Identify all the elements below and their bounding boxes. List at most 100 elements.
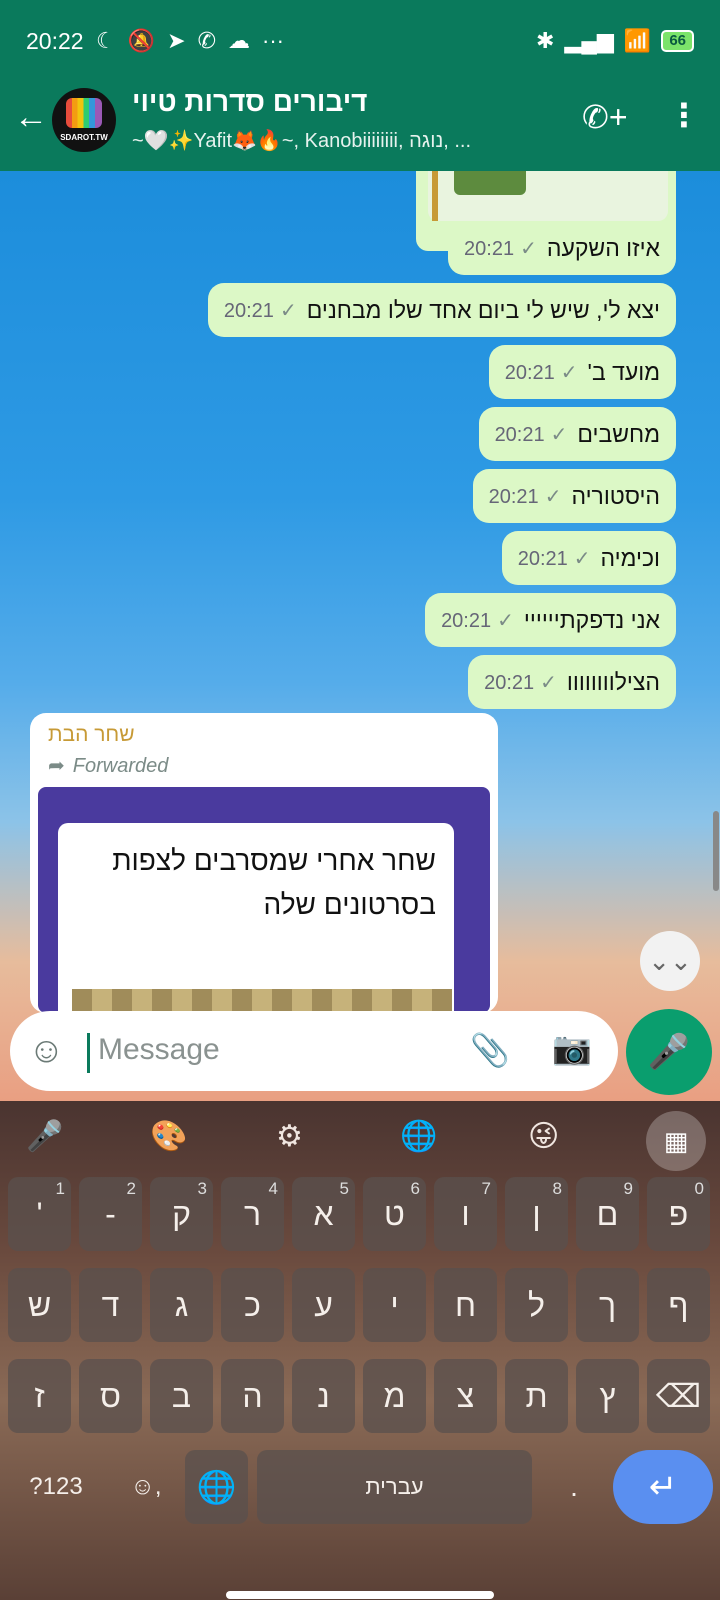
sticker-icon[interactable]: 😜: [528, 1119, 559, 1154]
settings-gear-icon[interactable]: ⚙: [276, 1119, 303, 1154]
sent-check-icon: ✓: [279, 299, 297, 322]
backspace-key[interactable]: ⌫: [647, 1359, 710, 1433]
add-call-icon[interactable]: ✆+: [582, 98, 628, 136]
symbols-key[interactable]: ?123: [8, 1450, 104, 1524]
key[interactable]: ץ: [576, 1359, 639, 1433]
key[interactable]: ר4: [221, 1177, 284, 1251]
message-time: 20:21: [504, 361, 555, 384]
language-globe-icon[interactable]: 🌐: [185, 1450, 248, 1524]
message-input[interactable]: Message: [98, 1033, 220, 1067]
camera-icon[interactable]: 📷: [552, 1029, 592, 1067]
key[interactable]: ח: [434, 1268, 497, 1342]
message-time: 20:21: [223, 299, 274, 322]
key[interactable]: א5: [292, 1177, 355, 1251]
period-key[interactable]: .: [546, 1450, 602, 1524]
tv-logo-icon: [66, 98, 102, 128]
sender-name[interactable]: שחר הבת: [48, 723, 135, 747]
key[interactable]: פ0: [647, 1177, 710, 1251]
message-time: 20:21: [441, 609, 492, 632]
key[interactable]: ד: [79, 1268, 142, 1342]
message-time: 20:21: [484, 671, 535, 694]
enter-key[interactable]: ↵: [613, 1450, 713, 1524]
image-thumbnail[interactable]: [454, 171, 526, 195]
theme-palette-icon[interactable]: 🎨: [150, 1119, 187, 1154]
image-pattern: [72, 989, 452, 1013]
key[interactable]: י: [363, 1268, 426, 1342]
message-bubble[interactable]: אני נדפקתיייייי 20:21 ✓: [425, 593, 676, 647]
key[interactable]: ג: [150, 1268, 213, 1342]
more-notifications-icon: ···: [262, 28, 284, 53]
key[interactable]: ך: [576, 1268, 639, 1342]
apps-grid-icon[interactable]: ▦: [646, 1111, 706, 1171]
key[interactable]: ש: [8, 1268, 71, 1342]
group-avatar[interactable]: SDAROT.TW: [52, 88, 116, 152]
message-bubble[interactable]: וכימיה 20:21 ✓: [501, 531, 676, 585]
image-caption-text: שחר אחרי שמסרבים לצפות בסרטונים שלה: [112, 845, 436, 920]
scroll-to-bottom-button[interactable]: ⌄⌄: [640, 931, 700, 991]
voice-record-button[interactable]: 🎤: [626, 1009, 712, 1095]
key[interactable]: מ: [363, 1359, 426, 1433]
translate-icon[interactable]: 🌐: [400, 1119, 437, 1154]
scrollbar[interactable]: [713, 811, 719, 891]
key[interactable]: ע: [292, 1268, 355, 1342]
sent-check-icon: ✓: [497, 609, 514, 632]
message-bubble[interactable]: יצא לי, שיש לי ביום אחד שלו מבחנים 20:21…: [207, 283, 676, 337]
key[interactable]: נ: [292, 1359, 355, 1433]
key[interactable]: ק3: [150, 1177, 213, 1251]
key[interactable]: צ: [434, 1359, 497, 1433]
attach-icon[interactable]: 📎: [470, 1031, 510, 1069]
key[interactable]: ה: [221, 1359, 284, 1433]
back-arrow-icon[interactable]: ←: [14, 98, 48, 137]
emoji-key[interactable]: ☺,: [118, 1450, 174, 1524]
key[interactable]: ז: [8, 1359, 71, 1433]
chat-header[interactable]: ← SDAROT.TW דיבורים סדרות טיוי ~🤍✨Yafit🦊…: [0, 86, 720, 171]
key[interactable]: ב: [150, 1359, 213, 1433]
message-bubble[interactable]: הצילוווווווו 20:21 ✓: [468, 655, 676, 709]
message-text: מועד ב': [587, 358, 660, 385]
message-text: הצילוווווווו: [566, 668, 660, 695]
key[interactable]: כ: [221, 1268, 284, 1342]
message-bubble[interactable]: מחשבים 20:21 ✓: [478, 407, 676, 461]
sent-check-icon: ✓: [560, 361, 578, 384]
key[interactable]: -2: [79, 1177, 142, 1251]
key[interactable]: ס: [79, 1359, 142, 1433]
key[interactable]: ת: [505, 1359, 568, 1433]
message-time: 20:21: [494, 423, 545, 446]
key[interactable]: ט6: [363, 1177, 426, 1251]
space-key[interactable]: עברית: [257, 1450, 532, 1524]
keyboard-toolbar: 🎤 🎨 ⚙ 🌐 😜 ▦: [0, 1101, 720, 1177]
sent-check-icon: ✓: [544, 485, 562, 508]
message-bubble[interactable]: איזו השקעה 20:21 ✓: [448, 221, 676, 275]
message-text: איזו השקעה: [546, 234, 660, 261]
key[interactable]: ם9: [576, 1177, 639, 1251]
home-indicator[interactable]: [226, 1591, 494, 1599]
incoming-message[interactable]: שחר הבת ➦ Forwarded שחר אחרי שמסרבים לצפו…: [30, 713, 498, 1013]
key[interactable]: ' 1: [8, 1177, 71, 1251]
voice-input-icon[interactable]: 🎤: [26, 1119, 63, 1154]
more-options-icon[interactable]: ⋮: [668, 96, 700, 134]
cloud-icon: ☁: [228, 28, 251, 53]
key[interactable]: ל: [505, 1268, 568, 1342]
message-bubble[interactable]: היסטוריה 20:21 ✓: [472, 469, 676, 523]
status-system-icons: ✱ ▂▄▆ 📶 66: [536, 28, 694, 54]
chat-title[interactable]: דיבורים סדרות טיוי: [132, 86, 392, 118]
signal-icon: ▂▄▆: [564, 28, 614, 53]
telegram-icon: ➤: [167, 28, 186, 53]
forward-arrow-icon: ➦: [48, 755, 65, 777]
app-header: 20:22 ☾ 🔕 ➤ ✆ ☁ ··· ✱ ▂▄▆ 📶 66 ← SDAROT.…: [0, 0, 720, 171]
key[interactable]: ן8: [505, 1177, 568, 1251]
emoji-icon[interactable]: ☺: [28, 1029, 65, 1071]
chat-area[interactable]: איזו השקעה 20:21 ✓ יצא לי, שיש לי ביום אח…: [0, 171, 720, 1101]
keyboard[interactable]: 🎤 🎨 ⚙ 🌐 😜 ▦ ' 1 -2 ק3 ר4 א5 ט6 ו7 ן8 ם9 פ…: [0, 1101, 720, 1600]
message-bubble[interactable]: מועד ב' 20:21 ✓: [488, 345, 676, 399]
sent-check-icon: ✓: [540, 671, 557, 694]
chat-participants[interactable]: ~🤍✨Yafit🦊🔥~, Kanobiiiiiiii, נוגה, ...: [132, 128, 552, 153]
mute-icon: 🔕: [127, 28, 156, 53]
message-text: וכימיה: [600, 544, 660, 571]
forwarded-image[interactable]: שחר אחרי שמסרבים לצפות בסרטונים שלה: [38, 787, 490, 1013]
status-bar: 20:22 ☾ 🔕 ➤ ✆ ☁ ··· ✱ ▂▄▆ 📶 66: [0, 0, 720, 86]
key[interactable]: ו7: [434, 1177, 497, 1251]
message-text: מחשבים: [577, 420, 660, 447]
message-composer[interactable]: ☺ Message 📎 📷: [10, 1011, 618, 1091]
key[interactable]: ף: [647, 1268, 710, 1342]
